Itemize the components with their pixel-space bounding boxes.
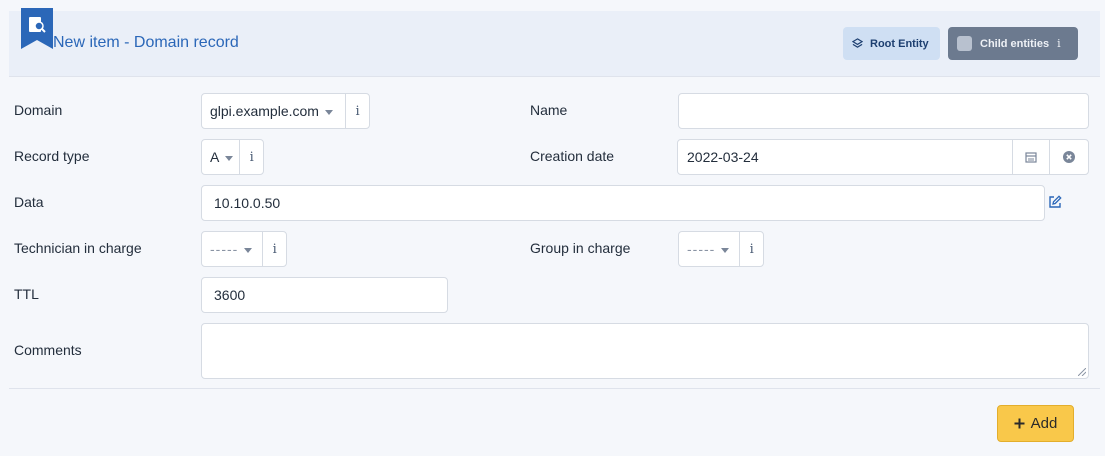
technician-select[interactable]: ----- i: [201, 231, 287, 267]
clear-date-button[interactable]: [1049, 139, 1089, 175]
add-button-label: Add: [1030, 415, 1058, 432]
domain-value: glpi.example.com: [210, 103, 319, 119]
ttl-input[interactable]: 3600: [201, 277, 448, 313]
chevron-down-icon: [324, 109, 333, 115]
creation-date-label: Creation date: [530, 148, 615, 164]
clear-icon: [1063, 151, 1075, 163]
info-icon[interactable]: i: [1057, 37, 1061, 50]
domain-record-icon: [21, 8, 53, 49]
calendar-icon: [1025, 152, 1037, 163]
technician-label: Technician in charge: [14, 240, 142, 256]
domain-label: Domain: [14, 102, 63, 118]
edit-icon[interactable]: [1048, 195, 1062, 209]
record-type-select[interactable]: A i: [201, 139, 264, 175]
child-entities-label: Child entities: [980, 37, 1050, 50]
resize-handle-icon[interactable]: [1078, 368, 1086, 376]
technician-value: -----: [210, 241, 239, 257]
creation-date-input[interactable]: 2022-03-24: [677, 139, 1013, 175]
chevron-down-icon: [225, 155, 234, 161]
child-entities-checkbox[interactable]: [957, 36, 972, 51]
chevron-down-icon: [244, 247, 253, 253]
page-title: New item - Domain record: [53, 34, 239, 51]
record-type-label: Record type: [14, 148, 90, 164]
group-value: -----: [687, 241, 716, 257]
data-input[interactable]: 10.10.0.50: [201, 185, 1045, 221]
record-type-value: A: [210, 149, 220, 165]
root-entity-button[interactable]: Root Entity: [843, 27, 940, 60]
child-entities-toggle[interactable]: Child entities i: [948, 27, 1078, 60]
layers-icon: [852, 38, 863, 48]
root-entity-label: Root Entity: [870, 37, 929, 50]
ttl-label: TTL: [14, 286, 39, 302]
page-header: New item - Domain record Root Entity Chi…: [9, 8, 1100, 77]
plus-icon: [1014, 418, 1025, 429]
chevron-down-icon: [721, 247, 730, 253]
data-label: Data: [14, 194, 44, 210]
name-label: Name: [530, 102, 568, 118]
form-divider: [9, 388, 1100, 389]
info-icon[interactable]: i: [345, 94, 369, 128]
info-icon[interactable]: i: [262, 232, 286, 266]
calendar-button[interactable]: [1012, 139, 1050, 175]
info-icon[interactable]: i: [739, 232, 763, 266]
group-label: Group in charge: [530, 240, 631, 256]
add-button[interactable]: Add: [997, 405, 1074, 442]
info-icon[interactable]: i: [239, 140, 263, 174]
group-select[interactable]: ----- i: [678, 231, 764, 267]
name-input[interactable]: [678, 93, 1089, 129]
comments-textarea[interactable]: [201, 323, 1089, 379]
comments-label: Comments: [14, 342, 82, 358]
domain-select[interactable]: glpi.example.com i: [201, 93, 370, 129]
